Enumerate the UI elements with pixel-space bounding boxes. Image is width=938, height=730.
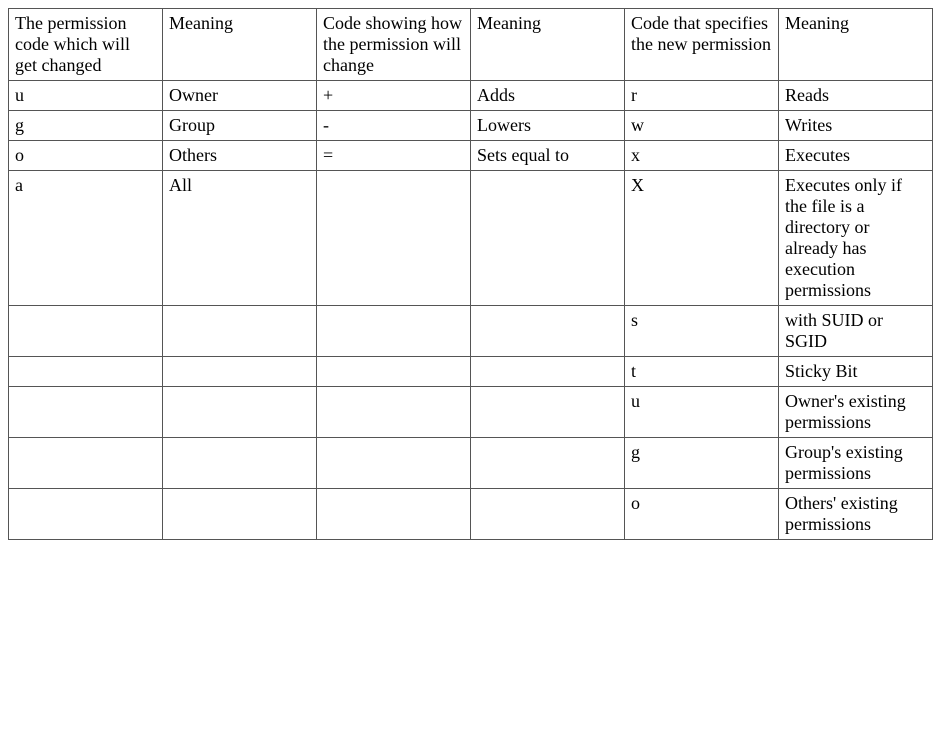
table-cell: r (625, 81, 779, 111)
table-cell: Writes (779, 111, 933, 141)
table-cell (163, 438, 317, 489)
table-cell: Sticky Bit (779, 357, 933, 387)
table-cell: All (163, 171, 317, 306)
table-cell (471, 357, 625, 387)
table-cell (163, 306, 317, 357)
table-cell: w (625, 111, 779, 141)
table-cell: Owner's existing permissions (779, 387, 933, 438)
table-cell (163, 357, 317, 387)
table-cell (317, 306, 471, 357)
table-row: u Owner's existing permissions (9, 387, 933, 438)
table-cell: Others (163, 141, 317, 171)
table-cell: Adds (471, 81, 625, 111)
table-cell: = (317, 141, 471, 171)
table-cell: o (625, 489, 779, 540)
table-row: s with SUID or SGID (9, 306, 933, 357)
table-cell (9, 387, 163, 438)
table-cell: Executes (779, 141, 933, 171)
table-cell (317, 387, 471, 438)
table-cell (471, 171, 625, 306)
header-cell: Meaning (163, 9, 317, 81)
table-cell: + (317, 81, 471, 111)
table-row: o Others' existing permissions (9, 489, 933, 540)
table-cell: Executes only if the file is a directory… (779, 171, 933, 306)
table-cell: X (625, 171, 779, 306)
table-cell (9, 357, 163, 387)
table-cell: o (9, 141, 163, 171)
table-cell (163, 387, 317, 438)
header-cell: The permission code which will get chang… (9, 9, 163, 81)
table-row: t Sticky Bit (9, 357, 933, 387)
table-cell: Owner (163, 81, 317, 111)
table-cell (317, 357, 471, 387)
table-cell (471, 306, 625, 357)
table-cell: Group (163, 111, 317, 141)
table-cell: Lowers (471, 111, 625, 141)
table-cell (471, 387, 625, 438)
table-row: a All X Executes only if the file is a d… (9, 171, 933, 306)
table-row: g Group's existing permissions (9, 438, 933, 489)
table-header-row: The permission code which will get chang… (9, 9, 933, 81)
table-cell: g (625, 438, 779, 489)
table-cell: g (9, 111, 163, 141)
table-cell (9, 489, 163, 540)
table-row: o Others = Sets equal to x Executes (9, 141, 933, 171)
header-cell: Code showing how the permission will cha… (317, 9, 471, 81)
header-cell: Meaning (779, 9, 933, 81)
table-cell (471, 489, 625, 540)
table-cell: a (9, 171, 163, 306)
header-cell: Code that specifies the new permission (625, 9, 779, 81)
table-cell: Others' existing permissions (779, 489, 933, 540)
table-cell: x (625, 141, 779, 171)
table-cell (471, 438, 625, 489)
table-cell (317, 438, 471, 489)
table-cell: Group's existing permissions (779, 438, 933, 489)
table-cell (9, 438, 163, 489)
table-cell: s (625, 306, 779, 357)
table-cell (317, 489, 471, 540)
table-cell: - (317, 111, 471, 141)
table-cell (317, 171, 471, 306)
table-cell: Reads (779, 81, 933, 111)
table-cell: u (9, 81, 163, 111)
table-cell: with SUID or SGID (779, 306, 933, 357)
table-row: g Group - Lowers w Writes (9, 111, 933, 141)
table-cell: t (625, 357, 779, 387)
header-cell: Meaning (471, 9, 625, 81)
table-cell (9, 306, 163, 357)
permissions-table: The permission code which will get chang… (8, 8, 933, 540)
table-cell: u (625, 387, 779, 438)
table-cell: Sets equal to (471, 141, 625, 171)
table-row: u Owner + Adds r Reads (9, 81, 933, 111)
table-cell (163, 489, 317, 540)
